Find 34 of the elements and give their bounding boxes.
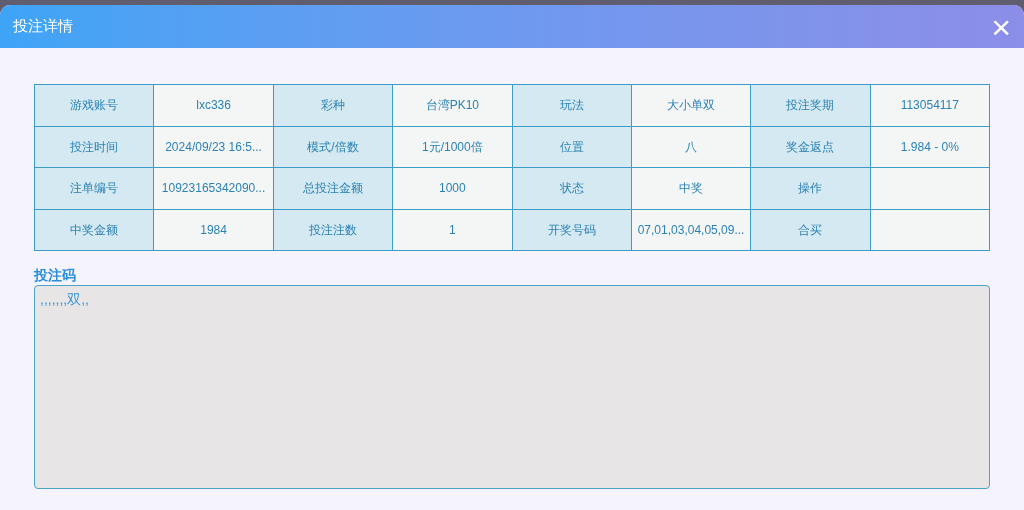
field-label: 中奖金额 <box>34 209 154 251</box>
field-label: 合买 <box>750 209 871 251</box>
field-value: 大小单双 <box>631 84 751 126</box>
field-value: 1 <box>392 209 512 251</box>
field-label: 投注注数 <box>273 209 393 251</box>
field-value: lxc336 <box>153 84 274 126</box>
field-label: 投注奖期 <box>750 84 871 126</box>
field-value: 10923165342090... <box>153 167 274 209</box>
close-button[interactable]: × <box>991 9 1011 44</box>
field-value: 1元/1000倍 <box>392 126 512 168</box>
field-label: 总投注金额 <box>273 167 393 209</box>
field-label: 状态 <box>512 167 632 209</box>
bet-code-label: 投注码 <box>34 266 77 284</box>
field-value: 1000 <box>392 167 512 209</box>
field-value: 八 <box>631 126 751 168</box>
field-value: 1984 <box>153 209 274 251</box>
field-label: 操作 <box>750 167 871 209</box>
field-value: 台湾PK10 <box>392 84 512 126</box>
field-label: 模式/倍数 <box>273 126 393 168</box>
bet-code-field[interactable]: ,,,,,,,双,, <box>34 285 990 489</box>
field-label: 开奖号码 <box>512 209 632 251</box>
field-label: 游戏账号 <box>34 84 154 126</box>
field-value: 07,01,03,04,05,09... <box>631 209 751 251</box>
field-value: 2024/09/23 16:5... <box>153 126 274 168</box>
field-label: 注单编号 <box>34 167 154 209</box>
field-label: 玩法 <box>512 84 632 126</box>
field-label: 投注时间 <box>34 126 154 168</box>
dialog-title: 投注详情 <box>13 16 73 37</box>
field-label: 彩种 <box>273 84 393 126</box>
field-label: 奖金返点 <box>750 126 871 168</box>
field-value: 1.984 - 0% <box>870 126 990 168</box>
field-value: 113054117 <box>870 84 990 126</box>
field-label: 位置 <box>512 126 632 168</box>
field-value: 中奖 <box>631 167 751 209</box>
